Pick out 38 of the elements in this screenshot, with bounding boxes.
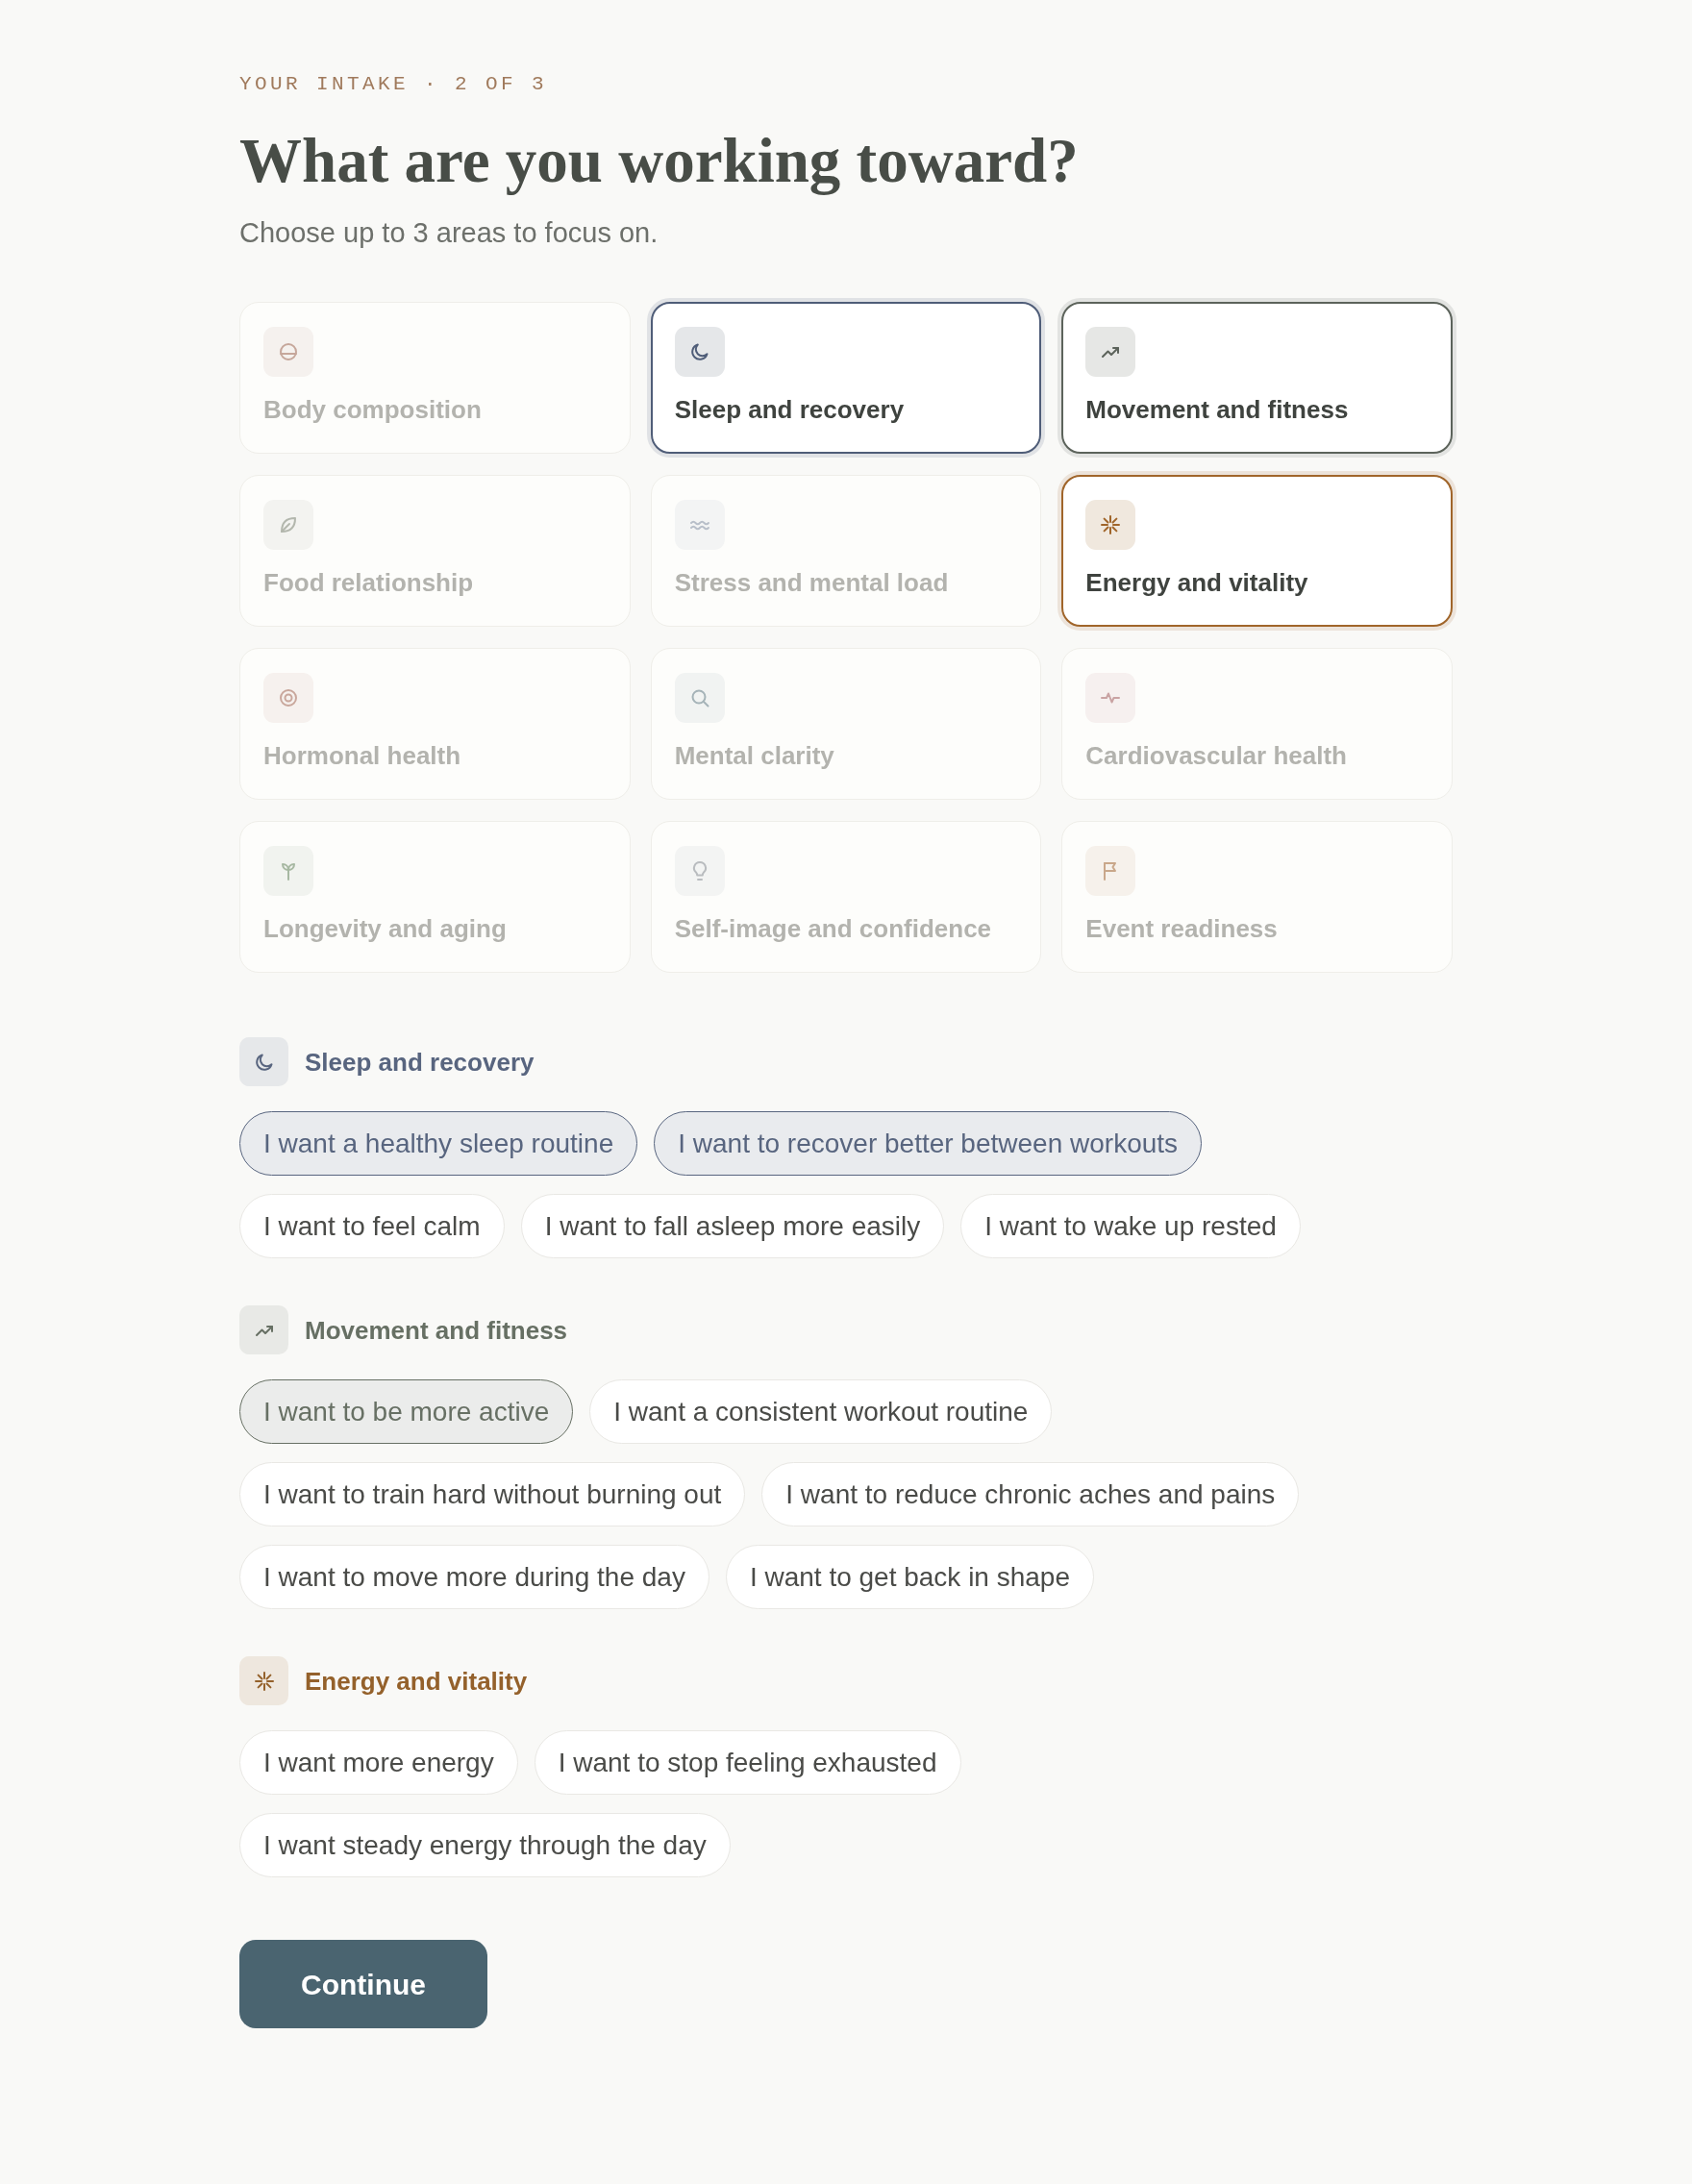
sparkle-icon [1085, 500, 1136, 550]
section-heading: Energy and vitality [305, 1666, 528, 1696]
goal-chip[interactable]: I want more energy [239, 1730, 518, 1795]
page-title: What are you working toward? [239, 125, 1080, 197]
instruction-text: Choose up to 3 areas to focus on. [239, 216, 659, 250]
goal-chip[interactable]: I want to stop feeling exhausted [534, 1730, 961, 1795]
goal-chip[interactable]: I want to train hard without burning out [239, 1462, 746, 1526]
pulse-icon [1085, 673, 1136, 723]
goal-chip[interactable]: I want to reduce chronic aches and pains [761, 1462, 1300, 1526]
goal-chip[interactable]: I want a consistent workout routine [589, 1379, 1053, 1444]
lightbulb-icon [674, 846, 725, 896]
goal-chip[interactable]: I want a healthy sleep routine [239, 1111, 638, 1176]
waves-icon [674, 500, 725, 550]
step-label: YOUR INTAKE · 2 OF 3 [239, 72, 549, 96]
goal-chip[interactable]: I want to recover better between workouts [654, 1111, 1203, 1176]
flag-icon [1085, 846, 1136, 896]
moon-icon [239, 1037, 288, 1086]
goal-chip[interactable]: I want to be more active [239, 1379, 574, 1444]
goal-chip[interactable]: I want to fall asleep more easily [520, 1194, 945, 1258]
trend-up-icon [1085, 327, 1136, 377]
continue-button[interactable]: Continue [239, 1940, 487, 2028]
sparkle-icon [239, 1656, 288, 1705]
goal-chip[interactable]: I want steady energy through the day [239, 1813, 731, 1877]
leaf-icon [263, 500, 313, 550]
area-card[interactable]: Energy and vitality [1061, 475, 1453, 627]
section-heading: Movement and fitness [305, 1315, 568, 1345]
sprout-icon [263, 846, 313, 896]
section-heading: Sleep and recovery [305, 1047, 535, 1077]
area-card[interactable]: Movement and fitness [1061, 302, 1453, 454]
goal-chip[interactable]: I want to move more during the day [239, 1545, 709, 1609]
trend-up-icon [239, 1305, 288, 1354]
goal-chip[interactable]: I want to feel calm [239, 1194, 505, 1258]
magnifier-icon [674, 673, 725, 723]
goal-chip[interactable]: I want to wake up rested [960, 1194, 1301, 1258]
moon-icon [674, 327, 725, 377]
target-icon [263, 673, 313, 723]
area-card[interactable]: Sleep and recovery [650, 302, 1042, 454]
goal-chip[interactable]: I want to get back in shape [725, 1545, 1094, 1609]
